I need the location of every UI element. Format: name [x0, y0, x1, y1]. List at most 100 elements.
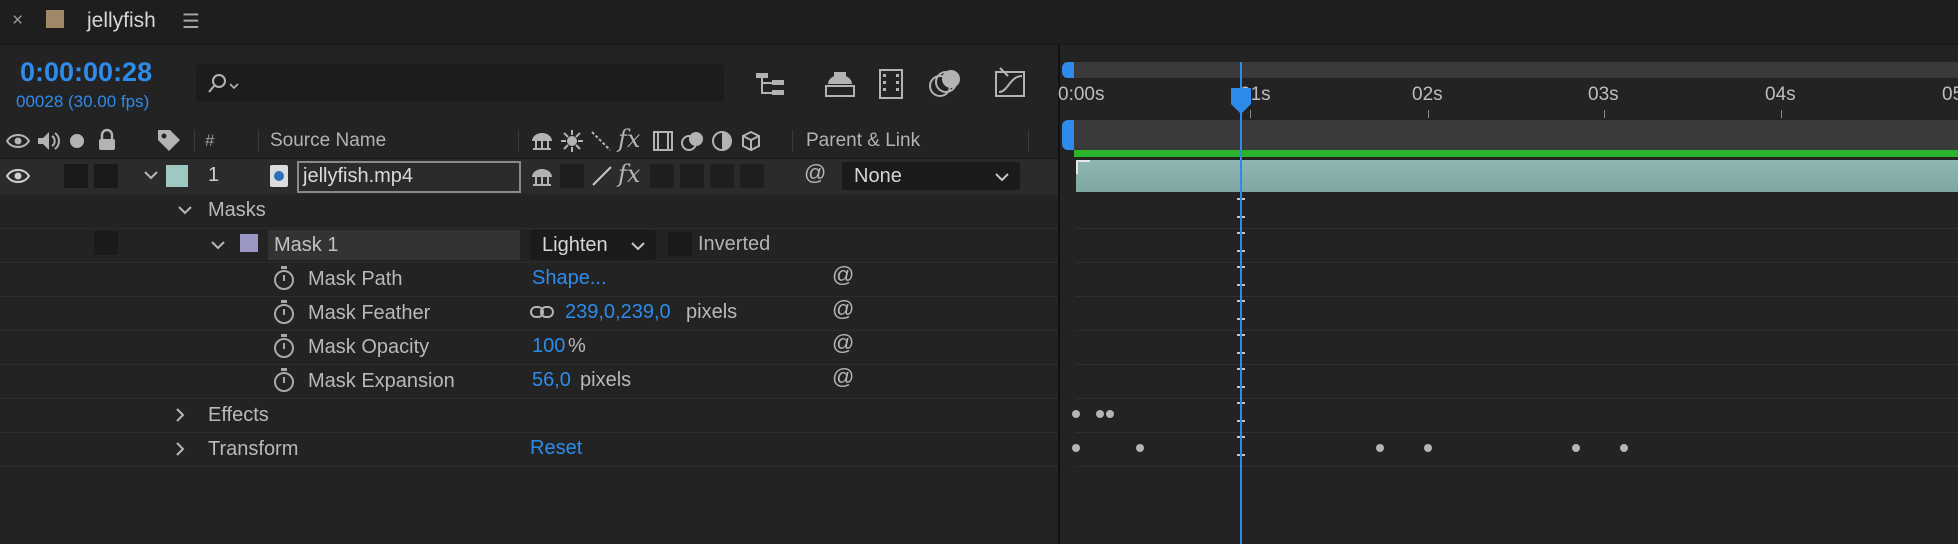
mask-1-lock-switch[interactable]	[94, 231, 118, 255]
inverted-checkbox[interactable]	[668, 232, 692, 256]
mask-mode-dropdown[interactable]: Lighten	[530, 230, 656, 260]
graph-editor-icon[interactable]	[994, 66, 1028, 98]
keyframe-dot[interactable]	[1072, 410, 1080, 418]
panel-menu-icon[interactable]: ☰	[182, 9, 200, 34]
layer-shy-switch-icon[interactable]	[530, 166, 554, 188]
solo-header-icon[interactable]	[70, 134, 84, 148]
number-column-header[interactable]: #	[205, 131, 214, 151]
layer-search-box[interactable]	[196, 64, 724, 102]
adjustment-layer-header-icon[interactable]	[711, 130, 733, 152]
layer-label-color-swatch[interactable]	[166, 165, 188, 187]
timeline-row	[1076, 364, 1958, 399]
timeline-row	[1076, 296, 1958, 331]
mask-1-name-field[interactable]: Mask 1	[268, 230, 520, 260]
mask-expansion-pick-whip-icon[interactable]: @	[832, 364, 854, 390]
label-header-icon[interactable]	[156, 128, 182, 154]
keyframe-dot[interactable]	[1376, 444, 1384, 452]
parent-dropdown[interactable]: None	[842, 162, 1020, 190]
composition-tab-title[interactable]: jellyfish	[87, 9, 156, 33]
layer-effects-switch-icon[interactable]: fx	[618, 160, 640, 188]
effects-group-row[interactable]	[0, 398, 1058, 433]
parent-pick-whip-icon[interactable]: @	[804, 160, 826, 186]
mask-opacity-stopwatch-icon[interactable]	[274, 334, 294, 358]
work-area-start-handle[interactable]	[1062, 120, 1074, 150]
frame-blending-icon[interactable]	[878, 68, 906, 100]
mask-path-stopwatch-icon[interactable]	[274, 266, 294, 290]
mask-opacity-value[interactable]: 100	[532, 335, 565, 358]
chevron-down-icon	[631, 242, 645, 251]
motion-blur-icon[interactable]	[928, 68, 962, 100]
layer-frame-blend-switch[interactable]	[650, 164, 674, 188]
time-navigator-start-handle[interactable]	[1062, 62, 1074, 78]
layer-adjustment-switch[interactable]	[710, 164, 734, 188]
layer-quality-switch-icon[interactable]	[590, 164, 614, 188]
transform-expand-chevron-icon[interactable]	[174, 441, 186, 457]
mask-feather-value[interactable]: 239,0,239,0	[565, 301, 671, 324]
layer-lock-switch[interactable]	[94, 164, 118, 188]
constrain-proportions-link-icon[interactable]	[530, 304, 554, 320]
layer-3d-switch[interactable]	[740, 164, 764, 188]
3d-layer-header-icon[interactable]	[740, 130, 762, 152]
column-separator[interactable]	[194, 130, 195, 152]
audio-header-icon[interactable]	[36, 130, 60, 152]
keyframe-dot[interactable]	[1572, 444, 1580, 452]
keyframe-dot[interactable]	[1106, 410, 1114, 418]
current-time-display[interactable]: 0:00:00:28	[20, 57, 152, 88]
keyframe-dot[interactable]	[1136, 444, 1144, 452]
mask-feather-stopwatch-icon[interactable]	[274, 300, 294, 324]
video-visibility-header-icon[interactable]	[6, 132, 30, 150]
keyframe-dot[interactable]	[1072, 444, 1080, 452]
time-ruler[interactable]	[1064, 80, 1958, 118]
playhead-line[interactable]	[1240, 62, 1242, 544]
keyframe-dot[interactable]	[1620, 444, 1628, 452]
transform-reset-link[interactable]: Reset	[530, 437, 582, 460]
column-separator[interactable]	[792, 130, 793, 152]
composition-flowchart-icon[interactable]	[756, 70, 792, 100]
ruler-tick	[1604, 110, 1605, 118]
mask-expansion-stopwatch-icon[interactable]	[274, 368, 294, 392]
layer-solo-switch[interactable]	[64, 164, 88, 188]
frame-blend-header-icon[interactable]	[652, 130, 674, 152]
masks-expand-chevron-icon[interactable]	[177, 204, 193, 216]
layer-collapse-switch[interactable]	[560, 164, 584, 188]
footage-file-icon	[270, 165, 288, 187]
parent-link-column-header[interactable]: Parent & Link	[806, 130, 920, 152]
shy-header-icon[interactable]	[530, 130, 554, 152]
column-separator[interactable]	[1028, 130, 1029, 152]
effects-expand-chevron-icon[interactable]	[174, 407, 186, 423]
mask-path-value[interactable]: Shape...	[532, 267, 607, 290]
keyframe-dot[interactable]	[1096, 410, 1104, 418]
lock-header-icon[interactable]	[97, 128, 117, 152]
mask-expansion-value[interactable]: 56,0	[532, 369, 571, 392]
source-name-column-header[interactable]: Source Name	[270, 130, 386, 152]
layer-visibility-eye-icon[interactable]	[6, 167, 30, 185]
keyframe-dot[interactable]	[1424, 444, 1432, 452]
column-separator[interactable]	[258, 130, 259, 152]
mask-1-color-swatch[interactable]	[240, 234, 258, 252]
layer-motion-blur-switch[interactable]	[680, 164, 704, 188]
playhead-handle-icon[interactable]	[1229, 86, 1253, 116]
tab-bar: × jellyfish ☰	[0, 0, 1958, 45]
layer-number: 1	[208, 164, 220, 186]
layer-duration-bar[interactable]	[1076, 160, 1958, 192]
mask-1-expand-chevron-icon[interactable]	[210, 239, 226, 251]
masks-group-row[interactable]	[0, 194, 1058, 229]
motion-blur-header-icon[interactable]	[680, 129, 706, 153]
mask-feather-pick-whip-icon[interactable]: @	[832, 296, 854, 322]
work-area-bar[interactable]	[1074, 120, 1958, 150]
mask-path-pick-whip-icon[interactable]: @	[832, 262, 854, 288]
layer-expand-chevron-icon[interactable]	[143, 169, 159, 181]
time-navigator-bar[interactable]	[1064, 62, 1958, 78]
effects-header-icon[interactable]: fx	[618, 125, 640, 153]
layer-name-field[interactable]: jellyfish.mp4	[297, 161, 521, 193]
layer-name: jellyfish.mp4	[303, 165, 414, 187]
search-input[interactable]	[246, 68, 720, 98]
mask-1-row[interactable]	[0, 228, 1058, 263]
close-tab-icon[interactable]: ×	[12, 10, 23, 32]
quality-header-icon[interactable]	[590, 130, 612, 152]
column-separator[interactable]	[518, 130, 519, 152]
draft-3d-icon[interactable]	[824, 68, 856, 100]
transform-group-row[interactable]	[0, 432, 1058, 467]
collapse-transform-header-icon[interactable]	[561, 130, 583, 152]
mask-opacity-pick-whip-icon[interactable]: @	[832, 330, 854, 356]
